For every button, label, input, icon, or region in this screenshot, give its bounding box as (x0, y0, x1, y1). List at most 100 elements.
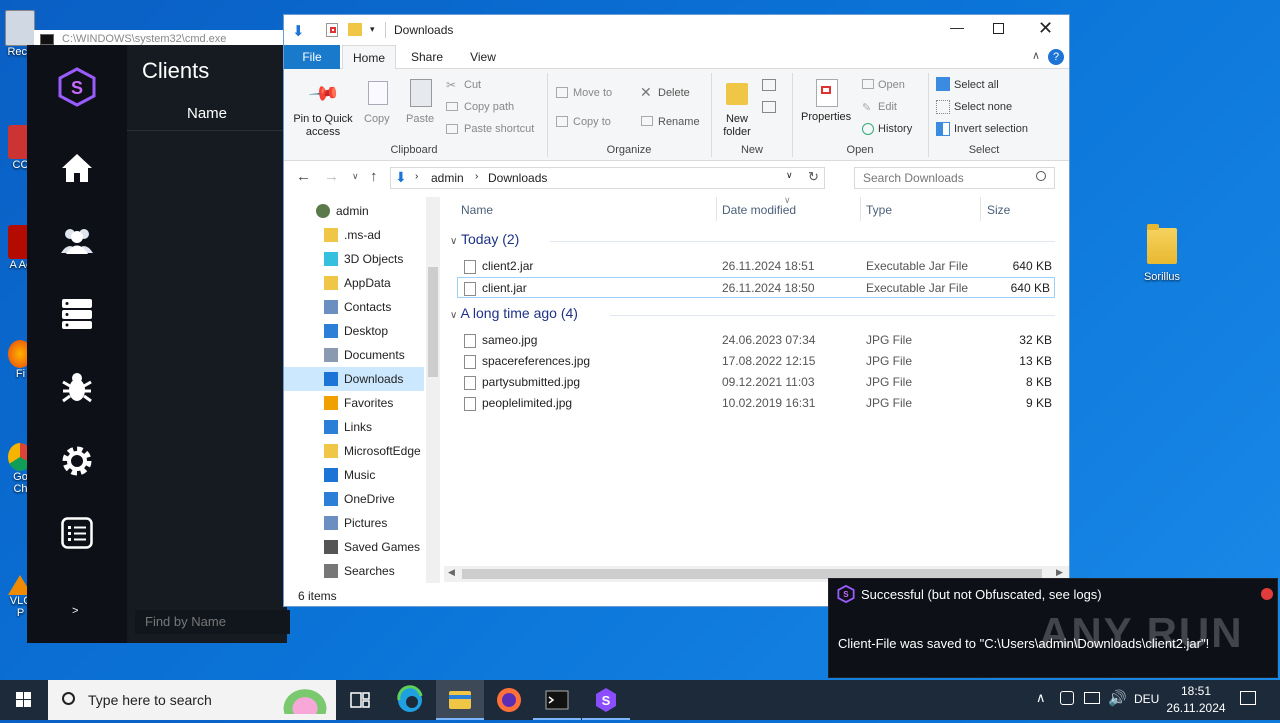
move-to-button[interactable]: Move to (573, 87, 612, 99)
clock-time[interactable]: 18:51 (1168, 684, 1224, 698)
file-row[interactable]: sameo.jpg 24.06.2023 07:34 JPG File 32 KB (458, 330, 1056, 351)
volume-icon[interactable]: 🔊 (1108, 689, 1127, 707)
breadcrumb-downloads[interactable]: Downloads (488, 171, 547, 185)
cmd-taskbar-icon[interactable] (533, 680, 581, 720)
back-button[interactable]: ← (296, 168, 311, 185)
nav-item-onedrive[interactable]: OneDrive (284, 487, 424, 511)
nav-item-music[interactable]: Music (284, 463, 424, 487)
edit-button[interactable]: Edit (878, 101, 897, 113)
paste-shortcut-button[interactable]: Paste shortcut (464, 123, 534, 135)
properties-button[interactable]: Properties (801, 111, 851, 123)
recent-locations-icon[interactable]: ∨ (352, 171, 359, 182)
nav-item-saved-games[interactable]: Saved Games (284, 535, 424, 559)
rename-button[interactable]: Rename (658, 116, 700, 128)
find-by-name-input[interactable]: Find by Name (135, 610, 290, 634)
nav-item-documents[interactable]: Documents (284, 343, 424, 367)
select-none-button[interactable]: Select none (954, 101, 1012, 113)
nav-item-admin[interactable]: admin (284, 199, 424, 223)
notification-toast[interactable]: S Successful (but not Obfuscated, see lo… (828, 578, 1278, 678)
easy-access-icon[interactable] (762, 101, 776, 113)
file-row[interactable]: partysubmitted.jpg 09.12.2021 11:03 JPG Fi… (458, 372, 1056, 393)
column-header-name[interactable]: Name (461, 203, 493, 217)
quick-toolbar-dropdown-icon[interactable]: ▾ (370, 24, 375, 35)
cut-button[interactable]: Cut (464, 79, 481, 91)
task-view-button[interactable] (336, 680, 384, 720)
file-row[interactable]: client.jar 26.11.2024 18:50 Executable Jar… (457, 277, 1055, 298)
nav-item-desktop[interactable]: Desktop (284, 319, 424, 343)
quick-access-down-arrow-icon[interactable]: ⬇ (292, 22, 305, 40)
sorillus-taskbar-icon[interactable]: S (582, 680, 630, 720)
bug-icon[interactable] (57, 370, 97, 410)
users-icon[interactable] (57, 225, 97, 265)
collapse-ribbon-icon[interactable]: ∧ (1032, 49, 1040, 62)
expand-sidebar-button[interactable]: > (72, 605, 78, 617)
group-header-today[interactable]: ∨ Today (2) (450, 231, 1058, 247)
list-icon[interactable] (57, 517, 97, 557)
nav-item-links[interactable]: Links (284, 415, 424, 439)
file-explorer-taskbar-icon[interactable] (436, 680, 484, 720)
nav-item-pictures[interactable]: Pictures (284, 511, 424, 535)
group-header-long-ago[interactable]: ∨ A long time ago (4) (450, 305, 1058, 321)
maximize-button[interactable] (993, 23, 1004, 34)
new-item-icon[interactable] (762, 79, 776, 91)
tab-file[interactable]: File (284, 45, 340, 69)
history-button[interactable]: History (878, 123, 912, 135)
home-icon[interactable] (57, 152, 97, 192)
column-header-size[interactable]: Size (987, 203, 1010, 217)
network-icon[interactable] (1084, 692, 1100, 704)
select-all-button[interactable]: Select all (954, 79, 999, 91)
forward-button[interactable]: → (324, 168, 339, 185)
gear-icon[interactable] (57, 444, 97, 484)
sorillus-folder-icon[interactable]: Sorillus (1132, 224, 1192, 283)
clock-date[interactable]: 26.11.2024 (1162, 701, 1230, 715)
nav-item-searches[interactable]: Searches (284, 559, 424, 583)
server-icon[interactable] (57, 298, 97, 338)
nav-item-microsoftedge[interactable]: MicrosoftEdge (284, 439, 424, 463)
properties-quick-icon[interactable] (326, 23, 338, 37)
paste-button[interactable]: Paste (406, 113, 434, 125)
start-button[interactable] (0, 680, 48, 720)
meet-now-icon[interactable] (1060, 691, 1074, 705)
delete-button[interactable]: Delete (658, 87, 690, 99)
copy-path-button[interactable]: Copy path (464, 101, 514, 113)
nav-scrollbar[interactable] (426, 197, 440, 583)
file-row[interactable]: spacereferences.jpg 17.08.2022 12:15 JPG F… (458, 351, 1056, 372)
show-hidden-icons-button[interactable]: ∧ (1036, 690, 1046, 706)
firefox-taskbar-icon[interactable] (485, 680, 533, 720)
file-row[interactable]: client2.jar 26.11.2024 18:51 Executable Ja… (458, 256, 1056, 277)
new-folder-button[interactable]: New folder (717, 113, 757, 139)
tab-share[interactable]: Share (400, 45, 454, 69)
tab-home[interactable]: Home (342, 45, 396, 69)
edge-taskbar-icon[interactable] (386, 680, 434, 720)
clients-name-column-header[interactable]: Name (127, 105, 287, 131)
language-indicator[interactable]: DEU (1134, 692, 1159, 706)
minimize-button[interactable]: — (950, 19, 964, 35)
nav-item-contacts[interactable]: Contacts (284, 295, 424, 319)
invert-selection-button[interactable]: Invert selection (954, 123, 1028, 135)
nav-item-3d-objects[interactable]: 3D Objects (284, 247, 424, 271)
open-button[interactable]: Open (878, 79, 905, 91)
column-header-type[interactable]: Type (866, 203, 892, 217)
up-button[interactable]: ↑ (370, 168, 378, 185)
tab-view[interactable]: View (456, 45, 510, 69)
copy-to-button[interactable]: Copy to (573, 116, 611, 128)
nav-item-appdata[interactable]: AppData (284, 271, 424, 295)
nav-item-ms-ad[interactable]: .ms-ad (284, 223, 424, 247)
address-bar[interactable]: ⬇ › admin › Downloads ∨ ↻ (390, 167, 825, 189)
notification-center-icon[interactable] (1240, 691, 1256, 705)
address-dropdown-icon[interactable]: ∨ (786, 170, 793, 181)
folder-quick-icon[interactable] (348, 23, 362, 36)
breadcrumb-admin[interactable]: admin (431, 171, 464, 185)
app-logo-icon: S (837, 584, 855, 604)
taskbar-search-box[interactable]: Type here to search (48, 680, 336, 720)
help-icon[interactable]: ? (1048, 49, 1064, 65)
close-button[interactable]: ✕ (1038, 18, 1053, 39)
copy-button[interactable]: Copy (364, 113, 390, 125)
nav-item-favorites[interactable]: Favorites (284, 391, 424, 415)
file-row[interactable]: peoplelimited.jpg 10.02.2019 16:31 JPG Fil… (458, 393, 1056, 414)
toast-close-button[interactable] (1261, 588, 1273, 600)
search-input[interactable]: Search Downloads (854, 167, 1055, 189)
refresh-icon[interactable]: ↻ (808, 169, 819, 185)
nav-item-downloads[interactable]: Downloads (284, 367, 424, 391)
pin-to-quick-access-button[interactable]: Pin to Quick access (290, 113, 356, 139)
